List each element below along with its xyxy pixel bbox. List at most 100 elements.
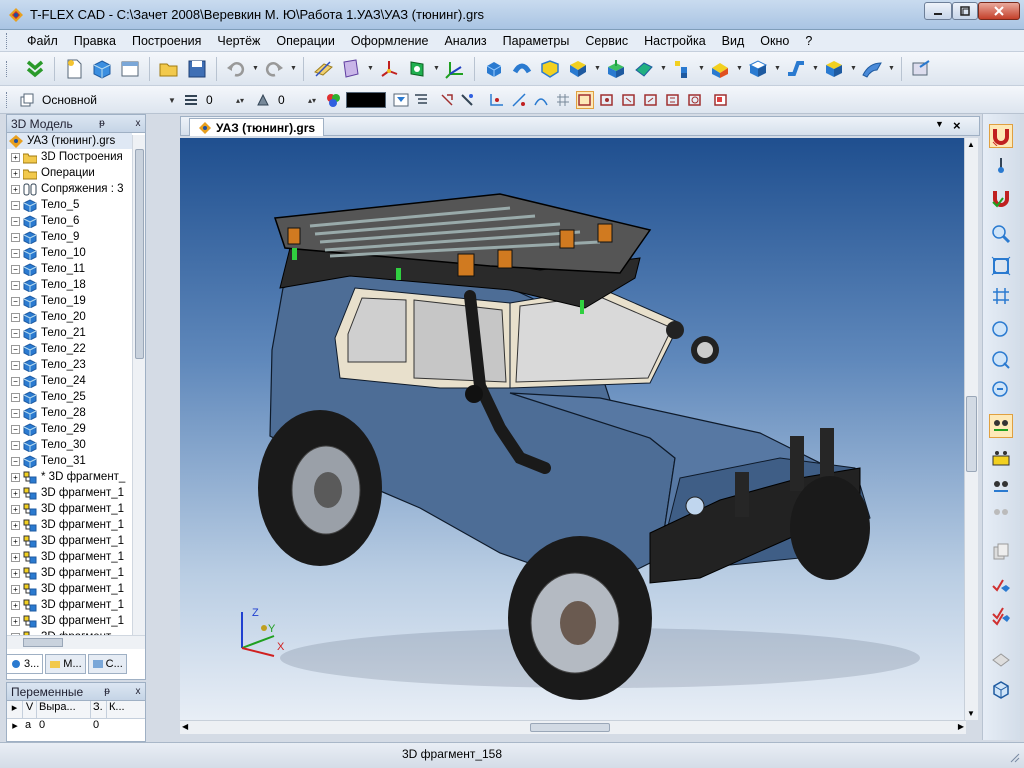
layer-select[interactable]: Основной ▼ xyxy=(38,90,178,110)
expand-toggle-icon[interactable]: − xyxy=(11,360,20,370)
look-around-icon[interactable] xyxy=(989,474,1013,498)
expand-toggle-icon[interactable]: − xyxy=(11,328,20,338)
viewport-hscrollbar[interactable]: ◀ ▶ xyxy=(180,720,966,734)
symmetry-icon[interactable] xyxy=(746,57,770,81)
snap-body-icon[interactable] xyxy=(598,91,616,109)
document-close-icon[interactable]: × xyxy=(953,118,961,133)
tree-scrollbar[interactable] xyxy=(132,135,145,643)
car-model-render[interactable]: Z Y X xyxy=(180,138,966,720)
fly-icon[interactable] xyxy=(989,500,1013,524)
menu-grip[interactable] xyxy=(6,32,9,49)
expand-toggle-icon[interactable]: + xyxy=(11,168,20,178)
expand-toggle-icon[interactable]: − xyxy=(11,440,20,450)
expand-toggle-icon[interactable]: + xyxy=(11,584,20,594)
section-view-icon[interactable] xyxy=(989,646,1013,670)
expand-toggle-icon[interactable]: − xyxy=(11,424,20,434)
tree-item[interactable]: − Тело_9 xyxy=(7,229,132,245)
loft-dropdown-icon[interactable]: ▼ xyxy=(850,65,857,72)
vars-col-name[interactable]: V xyxy=(23,701,37,718)
menu-settings[interactable]: Настройка xyxy=(636,34,714,48)
priority-spin[interactable]: 0 ▴▾ xyxy=(274,90,318,110)
snap-body-color-icon[interactable] xyxy=(712,91,730,109)
menu-window[interactable]: Окно xyxy=(752,34,797,48)
extrude-icon[interactable] xyxy=(482,57,506,81)
magnet-check-icon[interactable] xyxy=(989,186,1013,210)
shell-icon[interactable] xyxy=(632,57,656,81)
fillet-icon[interactable] xyxy=(566,57,590,81)
tab-list-icon[interactable]: ▼ xyxy=(935,119,944,129)
sketch-plane-icon[interactable] xyxy=(339,57,363,81)
tab-materials[interactable]: M... xyxy=(45,654,86,674)
model-tree[interactable]: УАЗ (тюнинг).grs +3D Построения + Операции +… xyxy=(7,133,145,651)
boolean-icon[interactable] xyxy=(538,57,562,81)
color-palette-icon[interactable] xyxy=(324,91,342,109)
expand-toggle-icon[interactable]: − xyxy=(11,264,20,274)
tree-root[interactable]: УАЗ (тюнинг).grs xyxy=(7,133,132,149)
walkthrough-icon[interactable] xyxy=(989,446,1013,470)
zoom-all-icon[interactable] xyxy=(989,284,1013,308)
menu-drawing[interactable]: Чертёж xyxy=(209,34,268,48)
zoom-previous-icon[interactable] xyxy=(989,378,1013,402)
tree-item[interactable]: − Тело_29 xyxy=(7,421,132,437)
tab-structure[interactable]: C... xyxy=(87,654,127,674)
expand-toggle-icon[interactable]: + xyxy=(11,184,20,194)
snap-op-icon[interactable] xyxy=(620,91,638,109)
panel-close-icon[interactable]: x xyxy=(131,118,145,129)
expand-toggle-icon[interactable]: − xyxy=(11,248,20,258)
menu-edit[interactable]: Правка xyxy=(66,34,124,48)
vars-col-expr[interactable]: Выра... xyxy=(37,701,91,718)
toolbar-grip[interactable] xyxy=(6,60,9,77)
expand-toggle-icon[interactable]: − xyxy=(11,392,20,402)
vars-col-value[interactable]: З. xyxy=(91,701,107,718)
work-plane-icon[interactable] xyxy=(311,57,335,81)
plane-dropdown-icon[interactable]: ▼ xyxy=(367,65,374,72)
scroll-down-icon[interactable]: ▼ xyxy=(967,709,975,718)
expand-toggle-icon[interactable]: − xyxy=(11,280,20,290)
snap-mate-icon[interactable] xyxy=(686,91,704,109)
priority-spin-arrows-icon[interactable]: ▴▾ xyxy=(306,96,318,105)
shell-dropdown-icon[interactable]: ▼ xyxy=(660,65,667,72)
snap-node-icon[interactable] xyxy=(488,91,506,109)
filter-icon[interactable] xyxy=(392,91,410,109)
3d-node-icon[interactable] xyxy=(377,57,401,81)
expand-toggle-icon[interactable]: + xyxy=(11,520,20,530)
undo-icon[interactable] xyxy=(224,57,248,81)
open-folder-icon[interactable] xyxy=(157,57,181,81)
zoom-icon[interactable] xyxy=(989,318,1013,342)
snap-edge-icon[interactable] xyxy=(510,91,528,109)
sweep-dropdown-icon[interactable]: ▼ xyxy=(812,65,819,72)
expand-toggle-icon[interactable]: − xyxy=(11,232,20,242)
snap-grid-icon[interactable] xyxy=(554,91,572,109)
vars-pin-icon[interactable]: ᵽ xyxy=(100,686,114,697)
expand-toggle-icon[interactable]: − xyxy=(11,312,20,322)
3d-viewport[interactable]: Z Y X xyxy=(180,138,966,720)
zoom-window-icon[interactable] xyxy=(989,222,1013,246)
rotate-icon[interactable] xyxy=(510,57,534,81)
tree-item[interactable]: − Тело_22 xyxy=(7,341,132,357)
expand-toggle-icon[interactable]: − xyxy=(11,408,20,418)
view-cube-icon[interactable] xyxy=(989,678,1013,702)
tree-item[interactable]: + Сопряжения : 3 xyxy=(7,181,132,197)
snap-curve-icon[interactable] xyxy=(532,91,550,109)
symmetry-dropdown-icon[interactable]: ▼ xyxy=(774,65,781,72)
pin-icon[interactable]: ᵽ xyxy=(95,118,109,129)
variable-row[interactable]: ▸ a 0 0 xyxy=(7,719,145,735)
tree-item[interactable]: − Тело_23 xyxy=(7,357,132,373)
document-tab[interactable]: УАЗ (тюнинг).grs xyxy=(189,118,325,136)
snap-fragment-icon[interactable] xyxy=(664,91,682,109)
menu-help[interactable]: ? xyxy=(797,34,820,48)
expand-toggle-icon[interactable]: − xyxy=(11,456,20,466)
tab-3d-model[interactable]: 3... xyxy=(6,654,44,674)
new-3d-model-icon[interactable] xyxy=(90,57,114,81)
tree-item[interactable]: +3D фрагмент_1 xyxy=(7,581,132,597)
menu-parameters[interactable]: Параметры xyxy=(495,34,578,48)
expand-toggle-icon[interactable]: + xyxy=(11,472,20,482)
expand-toggle-icon[interactable]: + xyxy=(11,552,20,562)
tree-item[interactable]: − Тело_21 xyxy=(7,325,132,341)
tree-item[interactable]: +3D фрагмент_1 xyxy=(7,485,132,501)
array-dropdown-icon[interactable]: ▼ xyxy=(698,65,705,72)
select-filter-icon[interactable] xyxy=(438,91,456,109)
redo-icon[interactable] xyxy=(262,57,286,81)
scroll-left-icon[interactable]: ◀ xyxy=(182,722,188,731)
new-drawing-icon[interactable] xyxy=(118,57,142,81)
